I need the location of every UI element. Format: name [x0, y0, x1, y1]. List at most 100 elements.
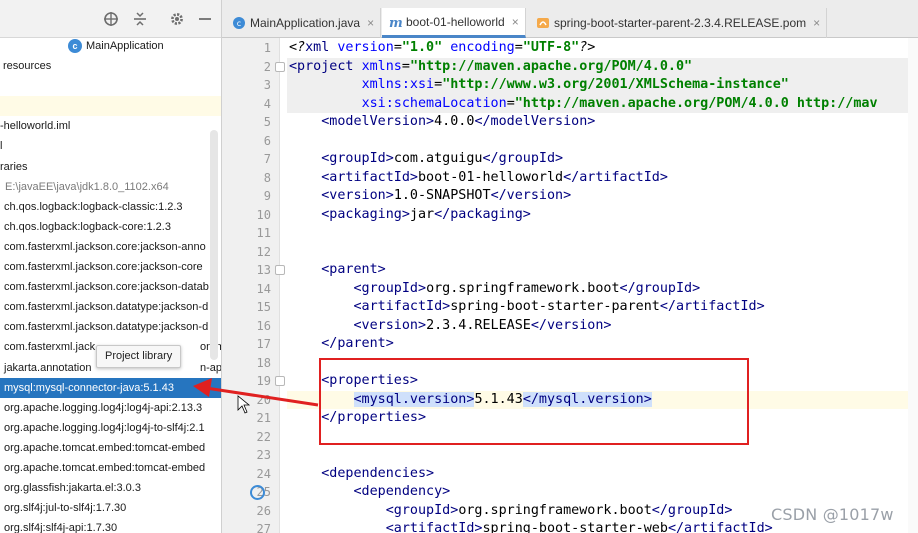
code-line[interactable]: <artifactId>spring-boot-starter-parent</…	[289, 298, 765, 317]
code-line[interactable]: <modelVersion>4.0.0</modelVersion>	[289, 113, 595, 132]
code-line[interactable]: <groupId>com.atguigu</groupId>	[289, 150, 563, 169]
project-toolbar	[0, 0, 221, 38]
project-tree: c MainApplication resources -helloworld.iml…	[0, 36, 222, 533]
code-line[interactable]: <dependency>	[289, 483, 451, 502]
line-number: 19	[256, 374, 271, 388]
code-token: "http://www.w3.org/2001/XMLSchema-instan…	[442, 77, 789, 92]
code-line[interactable]: <artifactId>boot-01-helloworld</artifact…	[289, 169, 668, 188]
code-token: spring-boot-starter-parent	[450, 299, 660, 314]
code-line[interactable]: <groupId>org.springframework.boot</group…	[289, 280, 701, 299]
code-token: "http://maven.apache.org/POM/4.0.0 http:…	[514, 95, 878, 111]
code-line[interactable]: <parent>	[289, 261, 386, 280]
code-line[interactable]: xsi:schemaLocation="http://maven.apache.…	[287, 94, 918, 113]
tree-item[interactable]: org.glassfish:jakarta.el:3.0.3	[0, 478, 221, 498]
line-number: 15	[256, 300, 271, 314]
line-number: 10	[256, 207, 271, 222]
code-token: xml	[305, 40, 338, 55]
line-gutter: 1 2 3 4 5 6 7 8 9 10 11 12 13 14 15 16 17 18 19 20 21 22 23 24 2…	[222, 38, 280, 533]
tree-item[interactable]: com.fasterxml.jackson.core:jackson-datab	[0, 277, 221, 297]
code-line[interactable]: <dependencies>	[289, 465, 434, 484]
code-token: version	[337, 40, 394, 55]
fold-marker[interactable]	[275, 265, 285, 275]
tree-item[interactable]: org.apache.tomcat.embed:tomcat-embed	[0, 458, 221, 478]
code-token: encoding	[450, 40, 515, 55]
tree-item[interactable]: com.fasterxml.jackson.datatype:jackson-d	[0, 317, 221, 337]
line-number: 21	[256, 411, 271, 425]
line-number: 27	[256, 522, 271, 533]
tree-item[interactable]: mysql:mysql-connector-java:5.1.43	[0, 377, 221, 398]
editor-scrollbar[interactable]	[908, 38, 918, 533]
tree-item-label: com.fasterxml.jackson.core:jackson-datab	[4, 281, 209, 294]
tree-item[interactable]: -helloworld.iml	[0, 116, 221, 136]
code-token: xmlns	[361, 58, 402, 74]
tab-label: boot-01-helloworld	[406, 14, 505, 29]
fold-marker[interactable]	[275, 376, 285, 386]
tree-item[interactable]	[0, 76, 221, 96]
tree-item[interactable]: com.fasterxml.jackson.core:jackson-core	[0, 257, 221, 277]
code-line[interactable]: <version>1.0-SNAPSHOT</version>	[289, 187, 571, 206]
tree-item[interactable]: com.fasterxml.jackson.datatype:jackson-d	[0, 297, 221, 317]
tree-item[interactable]: ch.qos.logback:logback-core:1.2.3	[0, 217, 221, 237]
close-icon[interactable]: ×	[512, 15, 519, 29]
code-token: =	[514, 40, 523, 55]
tree-item[interactable]: resources	[0, 56, 221, 76]
code-token: <project	[289, 58, 362, 74]
code-line[interactable]: <artifactId>spring-boot-starter-web</art…	[289, 520, 773, 533]
code-token: <?	[289, 40, 306, 55]
tree-item[interactable]: org.apache.logging.log4j:log4j-to-slf4j:…	[0, 418, 221, 438]
tree-item[interactable]: raries	[0, 157, 221, 177]
close-icon[interactable]: ×	[813, 16, 820, 30]
code-line[interactable]: <packaging>jar</packaging>	[289, 206, 531, 225]
dependency-gutter-icon[interactable]	[250, 485, 265, 500]
tab-main-application[interactable]: c MainApplication.java ×	[226, 8, 382, 38]
minimize-icon[interactable]	[196, 10, 214, 28]
tree-item[interactable]: l	[0, 136, 221, 156]
tree-item-label: org.apache.tomcat.embed:tomcat-embed	[4, 461, 206, 474]
tree-item-label: MainApplication	[86, 40, 164, 52]
code-line[interactable]: <groupId>org.springframework.boot</group…	[289, 502, 733, 521]
tree-item[interactable]: ch.qos.logback:logback-classic:1.2.3	[0, 197, 221, 217]
tree-item[interactable]: org.slf4j:slf4j-api:1.7.30	[0, 518, 221, 533]
tree-item[interactable]	[0, 96, 221, 117]
code-token: </packaging>	[434, 206, 531, 222]
line-number: 14	[256, 281, 271, 296]
line-number: 22	[256, 429, 271, 444]
tree-scrollbar[interactable]	[210, 130, 218, 360]
code-token: <version>	[353, 317, 427, 333]
code-token: </artifactId>	[563, 169, 668, 185]
tooltip: Project library	[96, 345, 182, 368]
tree-item-label: org.glassfish:jakarta.el:3.0.3	[4, 482, 141, 495]
tree-item-label: org.apache.logging.log4j:log4j-api:2.13.…	[4, 401, 203, 414]
gear-icon[interactable]	[168, 10, 186, 28]
globe-crosshair-icon[interactable]	[102, 10, 120, 28]
close-icon[interactable]: ×	[367, 16, 374, 30]
tree-item-label: org.slf4j:slf4j-api:1.7.30	[4, 522, 118, 533]
fold-marker[interactable]	[275, 61, 285, 72]
tab-parent-pom[interactable]: spring-boot-starter-parent-2.3.4.RELEASE…	[530, 8, 828, 38]
tree-item-label: com.fasterxml.jackson.datatype:jackson-d	[4, 321, 209, 334]
tree-item[interactable]: c MainApplication	[0, 36, 221, 56]
line-number: 2	[263, 59, 271, 74]
tree-item[interactable]: com.fasterxml.jackson.core:jackson-anno	[0, 237, 221, 257]
code-line[interactable]: <version>2.3.4.RELEASE</version>	[289, 317, 612, 336]
code-line[interactable]: xmlns:xsi="http://www.w3.org/2001/XMLSch…	[287, 76, 918, 95]
tree-item[interactable]: org.apache.logging.log4j:log4j-api:2.13.…	[0, 398, 221, 418]
code-line[interactable]: <?xml version="1.0" encoding="UTF-8"?>	[289, 39, 595, 58]
collapse-icon[interactable]	[131, 10, 149, 28]
tree-item-label-tail: n-api:	[200, 361, 222, 374]
code-editor[interactable]: 1 2 3 4 5 6 7 8 9 10 11 12 13 14 15 16 17 18 19 20 21 22 23 24 2…	[222, 38, 918, 533]
tree-item[interactable]: E:\javaEE\java\jdk1.8.0_1102.x64	[0, 177, 221, 197]
tree-item[interactable]: org.slf4j:jul-to-slf4j:1.7.30	[0, 498, 221, 518]
code-line[interactable]: <project xmlns="http://maven.apache.org/…	[287, 57, 918, 76]
tab-boot-helloworld[interactable]: m boot-01-helloworld ×	[382, 8, 526, 38]
tree-item[interactable]: org.apache.tomcat.embed:tomcat-embed	[0, 438, 221, 458]
code-line[interactable]: </parent>	[289, 335, 394, 354]
code-token: =	[506, 95, 515, 111]
